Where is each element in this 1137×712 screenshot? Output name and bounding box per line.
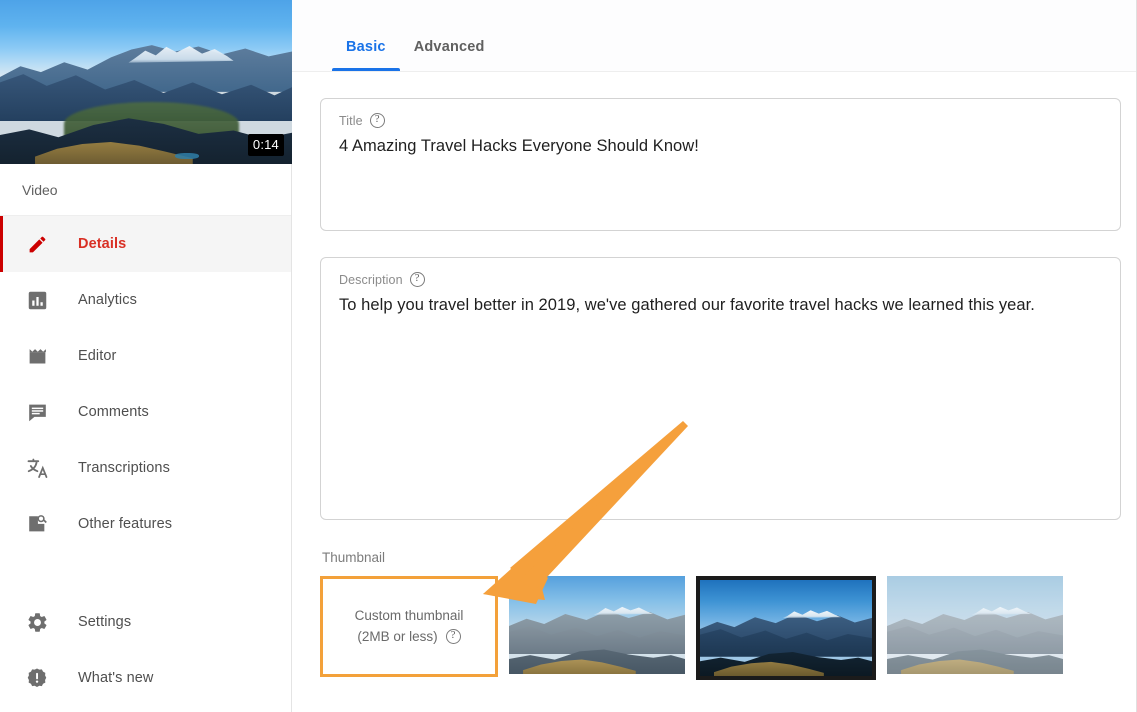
form-content: Title ? 4 Amazing Travel Hacks Everyone …: [292, 98, 1136, 680]
title-input-value[interactable]: 4 Amazing Travel Hacks Everyone Should K…: [339, 135, 1102, 157]
video-duration-badge: 0:14: [247, 134, 284, 156]
page-search-icon: [22, 509, 52, 539]
help-circle-icon[interactable]: ?: [409, 272, 425, 287]
sidebar-item-details[interactable]: Details: [0, 216, 291, 272]
tab-bar: Basic Advanced: [292, 0, 1136, 72]
title-field-header: Title ?: [339, 113, 1102, 128]
pencil-icon: [22, 229, 52, 259]
custom-thumbnail-line1: Custom thumbnail: [354, 607, 464, 623]
sidebar-item-other-features[interactable]: Other features: [0, 496, 291, 552]
sidebar-item-analytics[interactable]: Analytics: [0, 272, 291, 328]
auto-thumbnail-3[interactable]: [887, 576, 1063, 674]
description-field-header: Description ?: [339, 272, 1102, 287]
description-input-value[interactable]: To help you travel better in 2019, we've…: [339, 294, 1102, 316]
sidebar-item-label: Other features: [78, 516, 173, 532]
thumbnail-section: Thumbnail Custom thumbnail (2MB or less)…: [320, 550, 1121, 680]
custom-thumbnail-line2: (2MB or less): [357, 628, 438, 644]
translate-icon: [22, 453, 52, 483]
sidebar-item-label: What's new: [78, 670, 154, 686]
auto-thumbnail-2[interactable]: [696, 576, 876, 680]
sidebar-nav: Details Analytics Editor Comments Transc…: [0, 216, 291, 706]
custom-thumbnail-upload-button[interactable]: Custom thumbnail (2MB or less) ?: [320, 576, 498, 677]
sidebar: 0:14 Video Details Analytics Editor Comm…: [0, 0, 292, 712]
sidebar-item-label: Transcriptions: [78, 460, 170, 476]
alert-icon: [22, 663, 52, 693]
title-field-card[interactable]: Title ? 4 Amazing Travel Hacks Everyone …: [320, 98, 1121, 231]
custom-thumbnail-line2-row: (2MB or less) ?: [357, 627, 461, 648]
sidebar-item-label: Analytics: [78, 292, 137, 308]
bar-chart-icon: [22, 285, 52, 315]
sidebar-item-label: Comments: [78, 404, 149, 420]
auto-thumbnail-1[interactable]: [509, 576, 685, 674]
sidebar-item-whats-new[interactable]: What's new: [0, 650, 291, 706]
tab-advanced[interactable]: Advanced: [400, 39, 499, 71]
video-preview-thumbnail[interactable]: 0:14: [0, 0, 292, 164]
help-circle-icon[interactable]: ?: [369, 113, 385, 128]
clapperboard-icon: [22, 341, 52, 371]
thumbnail-section-label: Thumbnail: [322, 550, 386, 565]
sidebar-item-transcriptions[interactable]: Transcriptions: [0, 440, 291, 496]
comment-icon: [22, 397, 52, 427]
thumbnail-row: Custom thumbnail (2MB or less) ?: [320, 576, 1121, 680]
sidebar-item-label: Settings: [78, 614, 132, 630]
sidebar-item-label: Editor: [78, 348, 117, 364]
sidebar-item-settings[interactable]: Settings: [0, 594, 291, 650]
preview-lake: [175, 152, 199, 160]
sidebar-item-label: Details: [78, 236, 127, 252]
sidebar-item-editor[interactable]: Editor: [0, 328, 291, 384]
help-circle-icon[interactable]: ?: [445, 629, 461, 645]
description-field-label: Description: [339, 272, 403, 287]
title-field-label: Title: [339, 113, 363, 128]
description-field-card[interactable]: Description ? To help you travel better …: [320, 257, 1121, 520]
sidebar-section-heading: Video: [0, 164, 291, 216]
main-content: Basic Advanced Title ? 4 Amazing Travel …: [292, 0, 1137, 712]
gear-icon: [22, 607, 52, 637]
tab-basic[interactable]: Basic: [332, 39, 400, 71]
youtube-studio-video-details-page: 0:14 Video Details Analytics Editor Comm…: [0, 0, 1137, 712]
sidebar-item-comments[interactable]: Comments: [0, 384, 291, 440]
